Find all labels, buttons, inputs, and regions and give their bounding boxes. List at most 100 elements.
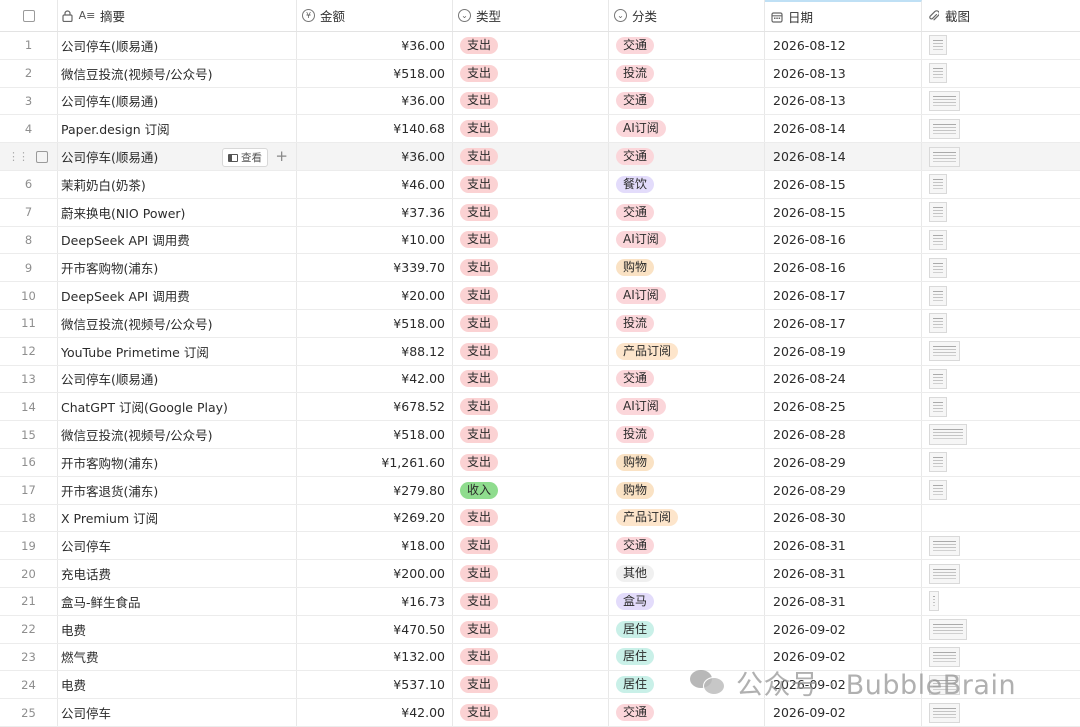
- type-cell[interactable]: 支出: [453, 254, 609, 282]
- summary-cell[interactable]: 充电话费: [58, 560, 297, 587]
- type-cell[interactable]: 支出: [453, 115, 609, 143]
- category-cell[interactable]: 交通: [609, 532, 765, 560]
- screenshot-thumbnail[interactable]: [929, 591, 939, 612]
- type-cell[interactable]: 支出: [453, 309, 609, 337]
- category-cell[interactable]: AI订阅: [609, 115, 765, 143]
- date-cell[interactable]: 2026-08-31: [765, 560, 922, 587]
- summary-cell[interactable]: 电费: [58, 615, 297, 643]
- date-cell[interactable]: 2026-08-24: [765, 365, 922, 393]
- screenshot-thumbnail[interactable]: [929, 285, 947, 306]
- category-cell[interactable]: 餐饮: [609, 170, 765, 198]
- amount-cell[interactable]: ¥279.80: [297, 476, 453, 504]
- column-header-summary[interactable]: A≡ 摘要: [58, 0, 297, 31]
- screenshot-thumbnail[interactable]: [929, 90, 960, 111]
- date-cell[interactable]: 2026-08-14: [765, 115, 922, 143]
- date-cell[interactable]: 2026-08-17: [765, 282, 922, 309]
- type-cell[interactable]: 支出: [453, 32, 609, 59]
- screenshot-thumbnail[interactable]: [929, 341, 960, 362]
- date-cell[interactable]: 2026-08-31: [765, 532, 922, 560]
- view-record-button[interactable]: 查看: [222, 148, 268, 168]
- category-cell[interactable]: AI订阅: [609, 393, 765, 421]
- summary-cell[interactable]: 公司停车(顺易通): [58, 365, 297, 393]
- category-cell[interactable]: 交通: [609, 365, 765, 393]
- screenshot-thumbnail[interactable]: [929, 396, 947, 417]
- type-cell[interactable]: 支出: [453, 643, 609, 671]
- date-cell[interactable]: 2026-09-02: [765, 615, 922, 643]
- amount-cell[interactable]: ¥37.36: [297, 198, 453, 226]
- summary-cell[interactable]: 电费: [58, 671, 297, 699]
- amount-cell[interactable]: ¥678.52: [297, 393, 453, 421]
- screenshot-cell[interactable]: [922, 560, 1080, 587]
- type-cell[interactable]: 支出: [453, 393, 609, 421]
- amount-cell[interactable]: ¥42.00: [297, 699, 453, 726]
- category-cell[interactable]: 交通: [609, 143, 765, 170]
- date-cell[interactable]: 2026-08-30: [765, 504, 922, 532]
- screenshot-cell[interactable]: [922, 88, 1080, 115]
- summary-cell[interactable]: ChatGPT 订阅(Google Play): [58, 393, 297, 421]
- summary-cell[interactable]: 公司停车(顺易通): [58, 32, 297, 59]
- date-cell[interactable]: 2026-08-31: [765, 587, 922, 615]
- category-cell[interactable]: 投流: [609, 309, 765, 337]
- amount-cell[interactable]: ¥269.20: [297, 504, 453, 532]
- category-cell[interactable]: 其他: [609, 560, 765, 587]
- category-cell[interactable]: 投流: [609, 59, 765, 87]
- table-row[interactable]: 2 微信豆投流(视频号/公众号) ¥518.00 支出 投流 2026-08-1…: [0, 59, 1080, 88]
- amount-cell[interactable]: ¥46.00: [297, 170, 453, 198]
- category-cell[interactable]: 购物: [609, 254, 765, 282]
- date-cell[interactable]: 2026-08-29: [765, 476, 922, 504]
- screenshot-cell[interactable]: [922, 254, 1080, 281]
- table-row[interactable]: 18 X Premium 订阅 ¥269.20 支出 产品订阅 2026-08-…: [0, 504, 1080, 533]
- screenshot-cell[interactable]: [922, 199, 1080, 226]
- column-header-type[interactable]: ⌄ 类型: [453, 0, 609, 31]
- screenshot-thumbnail[interactable]: [929, 63, 947, 84]
- type-cell[interactable]: 支出: [453, 226, 609, 254]
- type-cell[interactable]: 支出: [453, 170, 609, 198]
- screenshot-thumbnail[interactable]: [929, 452, 947, 473]
- screenshot-thumbnail[interactable]: [929, 257, 947, 278]
- table-row[interactable]: 12 YouTube Primetime 订阅 ¥88.12 支出 产品订阅 2…: [0, 337, 1080, 366]
- date-cell[interactable]: 2026-08-13: [765, 87, 922, 115]
- amount-cell[interactable]: ¥470.50: [297, 615, 453, 643]
- screenshot-cell[interactable]: [922, 532, 1080, 559]
- screenshot-cell[interactable]: [922, 616, 1080, 643]
- drag-handle-icon[interactable]: ⋮⋮: [8, 150, 29, 163]
- category-cell[interactable]: 交通: [609, 699, 765, 726]
- type-cell[interactable]: 支出: [453, 504, 609, 532]
- amount-cell[interactable]: ¥36.00: [297, 87, 453, 115]
- amount-cell[interactable]: ¥1,261.60: [297, 448, 453, 476]
- summary-cell[interactable]: 燃气费: [58, 643, 297, 671]
- screenshot-thumbnail[interactable]: [929, 702, 960, 723]
- summary-cell[interactable]: 开市客购物(浦东): [58, 448, 297, 476]
- select-all-cell[interactable]: [0, 0, 58, 31]
- type-cell[interactable]: 支出: [453, 198, 609, 226]
- screenshot-cell[interactable]: [922, 421, 1080, 448]
- summary-cell[interactable]: YouTube Primetime 订阅: [58, 337, 297, 365]
- row-checkbox[interactable]: [36, 150, 48, 163]
- type-cell[interactable]: 支出: [453, 365, 609, 393]
- screenshot-cell[interactable]: [922, 310, 1080, 337]
- type-cell[interactable]: 支出: [453, 587, 609, 615]
- table-row[interactable]: 20 充电话费 ¥200.00 支出 其他 2026-08-31: [0, 560, 1080, 588]
- type-cell[interactable]: 支出: [453, 87, 609, 115]
- category-cell[interactable]: 交通: [609, 198, 765, 226]
- table-row[interactable]: 25 公司停车 ¥42.00 支出 交通 2026-09-02: [0, 699, 1080, 727]
- summary-cell[interactable]: X Premium 订阅: [58, 504, 297, 532]
- date-cell[interactable]: 2026-08-15: [765, 170, 922, 198]
- category-cell[interactable]: 产品订阅: [609, 337, 765, 365]
- date-cell[interactable]: 2026-08-29: [765, 448, 922, 476]
- table-row[interactable]: 6 茉莉奶白(奶茶) ¥46.00 支出 餐饮 2026-08-15: [0, 170, 1080, 199]
- amount-cell[interactable]: ¥518.00: [297, 421, 453, 448]
- table-row[interactable]: 16 开市客购物(浦东) ¥1,261.60 支出 购物 2026-08-29: [0, 448, 1080, 477]
- table-row[interactable]: 9 开市客购物(浦东) ¥339.70 支出 购物 2026-08-16: [0, 254, 1080, 283]
- date-cell[interactable]: 2026-08-19: [765, 337, 922, 365]
- summary-cell[interactable]: 蔚来换电(NIO Power): [58, 198, 297, 226]
- column-header-category[interactable]: ⌄ 分类: [609, 0, 765, 31]
- amount-cell[interactable]: ¥339.70: [297, 254, 453, 282]
- screenshot-cell[interactable]: [922, 366, 1080, 393]
- add-icon[interactable]: +: [275, 147, 288, 165]
- amount-cell[interactable]: ¥36.00: [297, 143, 453, 170]
- category-cell[interactable]: AI订阅: [609, 226, 765, 254]
- screenshot-thumbnail[interactable]: [929, 202, 947, 223]
- type-cell[interactable]: 支出: [453, 448, 609, 476]
- screenshot-cell[interactable]: [922, 588, 1080, 615]
